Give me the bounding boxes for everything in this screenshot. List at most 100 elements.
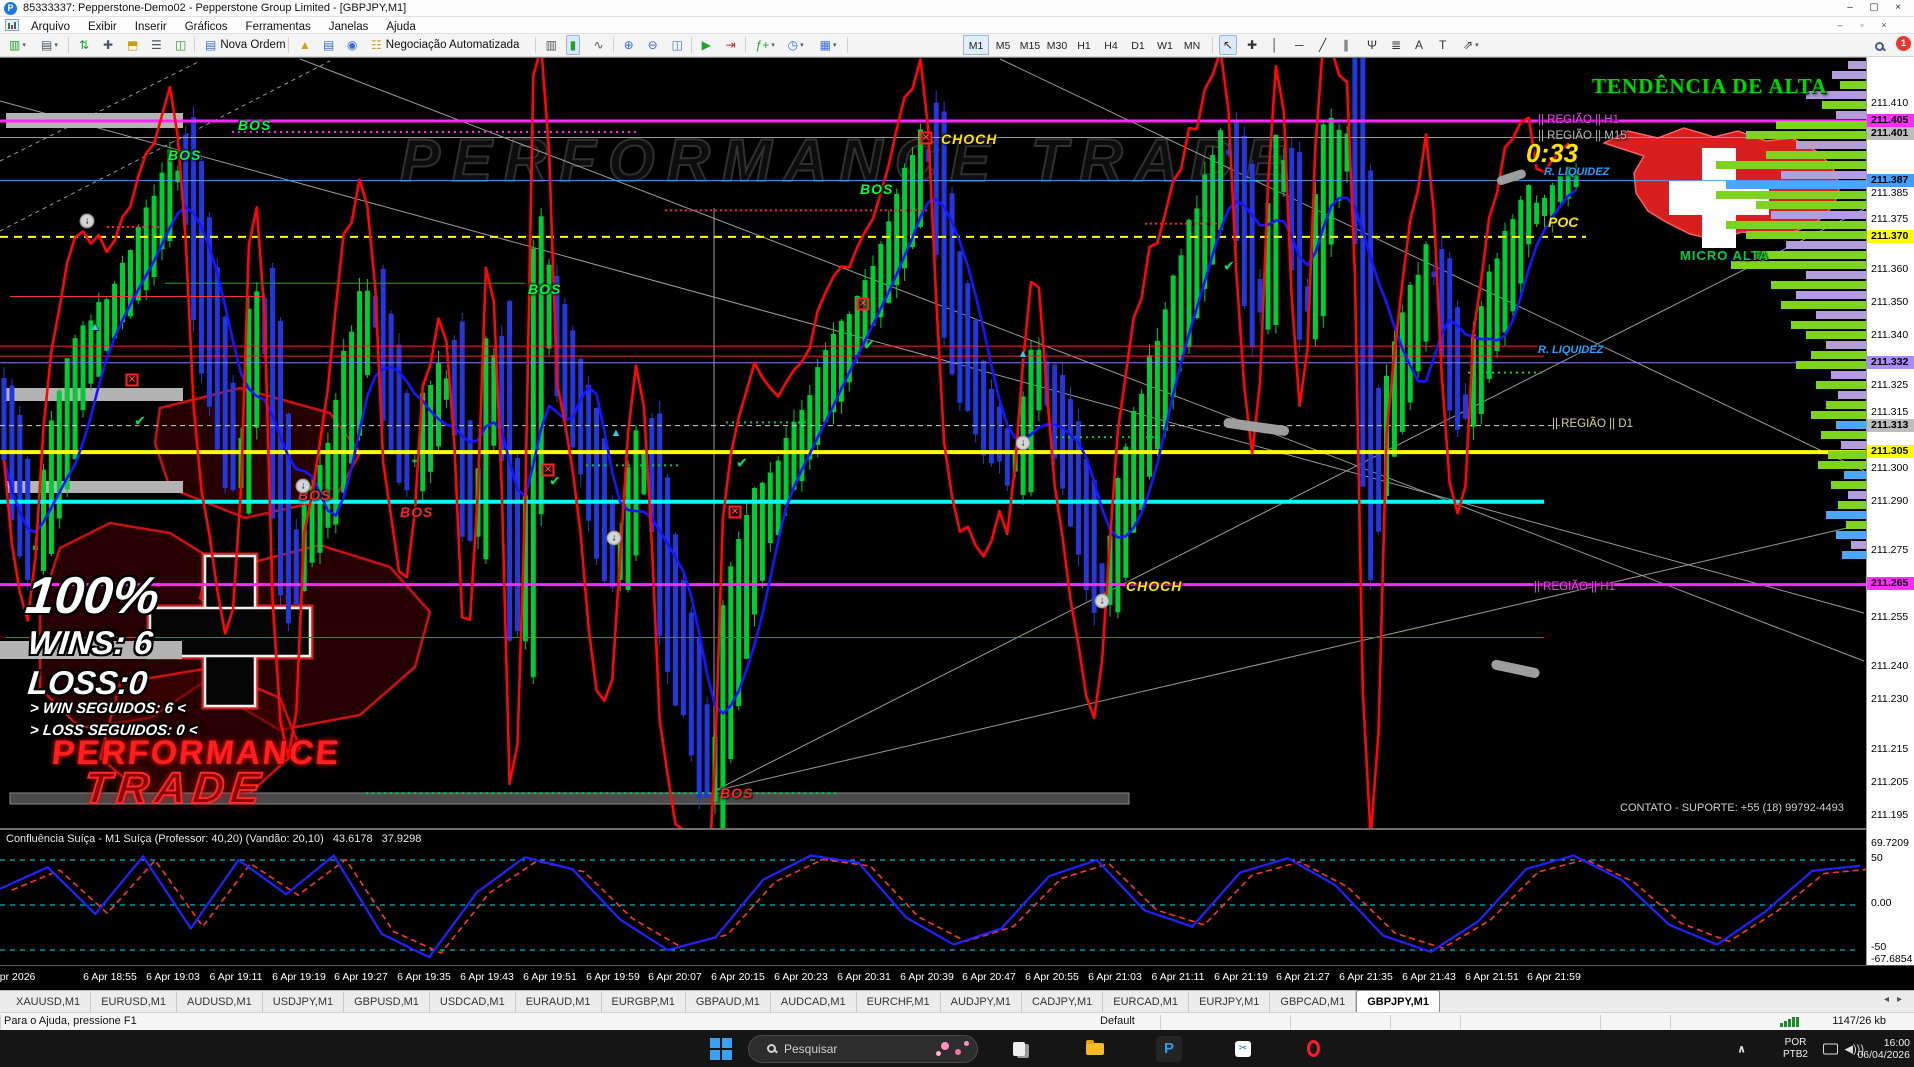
crosshair-button[interactable]: ✚ (1243, 35, 1261, 55)
time-tick: 6 Apr 20:47 (962, 971, 1016, 983)
text-button[interactable]: A (1411, 35, 1427, 55)
child-restore-button[interactable]: ▫ (1850, 17, 1874, 33)
timeframe-w1-button[interactable]: W1 (1152, 35, 1178, 55)
market-news-button[interactable]: ◉ (343, 35, 361, 55)
symbol-tab-eurchf[interactable]: EURCHF,M1 (857, 992, 941, 1012)
strategy-tester-button[interactable]: ◫ (171, 35, 190, 55)
maximize-button[interactable]: ▢ (1862, 0, 1886, 16)
symbol-tab-audcad[interactable]: AUDCAD,M1 (771, 992, 857, 1012)
menu-inserir[interactable]: Inserir (126, 19, 176, 35)
taskbar-search[interactable]: Pesquisar (748, 1035, 978, 1063)
menu-arquivo[interactable]: Arquivo (22, 19, 79, 35)
timeframe-m30-button[interactable]: M30 (1044, 35, 1070, 55)
templates-button[interactable]: ▦▾ (816, 35, 841, 55)
metatrader-icon[interactable]: P (1156, 1036, 1182, 1062)
new-chart-button[interactable]: ▥▾ (5, 35, 30, 55)
snipping-tool-icon[interactable]: ✂ (1230, 1036, 1256, 1062)
trendline-button[interactable]: ╱ (1315, 35, 1330, 55)
zoom-in-button[interactable]: ⊕ (620, 35, 638, 55)
symbol-tab-audusd[interactable]: AUDUSD,M1 (177, 992, 263, 1012)
symbol-tab-eurgbp[interactable]: EURGBP,M1 (602, 992, 686, 1012)
chart-candles-button[interactable]: ▮ (566, 35, 581, 55)
app-logo-icon: P (4, 2, 17, 15)
market-watch-icon: ⇅ (79, 38, 89, 52)
profiles-button[interactable]: ▤▾ (37, 35, 62, 55)
menu-exibir[interactable]: Exibir (79, 19, 126, 35)
equidistant-channel-button[interactable]: ∥ (1339, 35, 1353, 55)
menu-gráficos[interactable]: Gráficos (176, 19, 237, 35)
symbol-tab-gbpusd[interactable]: GBPUSD,M1 (344, 992, 430, 1012)
chart-bars-button[interactable]: ▥ (542, 35, 561, 55)
chart-line-button[interactable]: ∿ (590, 35, 608, 55)
periods-button[interactable]: ◷▾ (784, 35, 808, 55)
time-axis[interactable]: 6 Apr 20266 Apr 18:556 Apr 19:036 Apr 19… (0, 965, 1914, 990)
close-button[interactable]: × (1886, 0, 1910, 16)
child-close-button[interactable]: × (1872, 17, 1896, 33)
notification-badge[interactable]: 1 (1896, 36, 1911, 51)
vertical-line-button[interactable]: │ (1267, 35, 1283, 55)
child-minimize-button[interactable]: – (1828, 17, 1852, 33)
price-tick: 211.340 (1867, 329, 1914, 342)
toolbar-search-button[interactable] (1871, 36, 1888, 56)
cursor-button[interactable]: ↖ (1219, 35, 1237, 55)
market-watch-button[interactable]: ⇅ (75, 35, 93, 55)
navigator-button[interactable]: ⬒ (123, 35, 142, 55)
chart-area[interactable]: PERFORMANCE TRADE (0, 57, 1866, 828)
chart-shift-button[interactable]: ⇥ (722, 35, 740, 55)
tray-date: 06/04/2026 (1857, 1049, 1910, 1061)
status-profile[interactable]: Default (1100, 1015, 1135, 1027)
horizontal-line-button[interactable]: ─ (1291, 35, 1308, 55)
symbol-tab-cadjpy[interactable]: CADJPY,M1 (1022, 992, 1103, 1012)
symbol-tab-eurjpy[interactable]: EURJPY,M1 (1189, 992, 1270, 1012)
timeframe-d1-button[interactable]: D1 (1125, 35, 1151, 55)
file-explorer-icon[interactable] (1082, 1036, 1108, 1062)
price-axis[interactable]: 211.410211.405211.401211.387211.385211.3… (1866, 57, 1914, 965)
objects-button[interactable]: ⇗▾ (1459, 35, 1483, 55)
tab-scroll-arrows[interactable]: ◂▸ (1884, 994, 1910, 1005)
symbol-tab-gbpjpy[interactable]: GBPJPY,M1 (1356, 990, 1440, 1012)
timeframe-m15-button[interactable]: M15 (1017, 35, 1043, 55)
indicators-button[interactable]: ƒ+▾ (752, 35, 779, 55)
language-indicator[interactable]: POR PTB2 (1783, 1037, 1808, 1061)
clock-tray[interactable]: 16:00 06/04/2026 (1857, 1037, 1910, 1061)
price-chart[interactable] (0, 58, 1866, 829)
network-icon[interactable] (1823, 1043, 1838, 1054)
minimize-button[interactable]: – (1838, 0, 1862, 16)
market-news-icon: ◉ (347, 38, 357, 52)
symbol-tab-usdcad[interactable]: USDCAD,M1 (430, 992, 516, 1012)
algo-trading-button[interactable]: ☷Negociação Automatizada (367, 35, 523, 55)
data-window-button[interactable]: ✚ (99, 35, 117, 55)
task-view-icon[interactable] (1006, 1036, 1032, 1062)
timeframe-mn-button[interactable]: MN (1179, 35, 1205, 55)
expert-advisors-button[interactable]: ▲ (295, 35, 315, 55)
timeframe-m1-button[interactable]: M1 (963, 35, 989, 55)
tray-chevron-icon[interactable]: ∧ (1737, 1042, 1746, 1055)
toolbox-button[interactable]: ☰ (147, 35, 166, 55)
menu-janelas[interactable]: Janelas (320, 19, 378, 35)
chart-window-icon (5, 19, 19, 31)
symbol-tab-eurusd[interactable]: EURUSD,M1 (91, 992, 177, 1012)
symbol-tab-eurcad[interactable]: EURCAD,M1 (1103, 992, 1189, 1012)
label-button[interactable]: T (1435, 35, 1450, 55)
timeframe-h4-button[interactable]: H4 (1098, 35, 1124, 55)
opera-browser-icon[interactable] (1300, 1036, 1326, 1062)
auto-scroll-button[interactable]: ▶ (698, 35, 715, 55)
symbol-tab-gbpcad[interactable]: GBPCAD,M1 (1270, 992, 1356, 1012)
menu-ajuda[interactable]: Ajuda (377, 19, 424, 35)
symbol-tab-xauusd[interactable]: XAUUSD,M1 (6, 992, 91, 1012)
symbol-tab-usdjpy[interactable]: USDJPY,M1 (263, 992, 344, 1012)
fibonacci-button[interactable]: ≣ (1387, 35, 1405, 55)
zoom-out-button[interactable]: ⊖ (644, 35, 662, 55)
timeframe-m5-button[interactable]: M5 (990, 35, 1016, 55)
journal-button[interactable]: ▤ (319, 35, 338, 55)
andrews-pitchfork-button[interactable]: Ψ (1363, 35, 1381, 55)
new-order-button[interactable]: ▤Nova Ordem (201, 35, 290, 55)
start-button[interactable] (710, 1038, 732, 1060)
indicator-panel[interactable]: Confluência Suíça - M1 Suíça (Professor:… (0, 828, 1866, 965)
menu-ferramentas[interactable]: Ferramentas (237, 19, 320, 35)
symbol-tab-euraud[interactable]: EURAUD,M1 (516, 992, 602, 1012)
symbol-tab-audjpy[interactable]: AUDJPY,M1 (941, 992, 1022, 1012)
tile-windows-button[interactable]: ◫ (668, 35, 687, 55)
symbol-tab-gbpaud[interactable]: GBPAUD,M1 (686, 992, 771, 1012)
timeframe-h1-button[interactable]: H1 (1071, 35, 1097, 55)
